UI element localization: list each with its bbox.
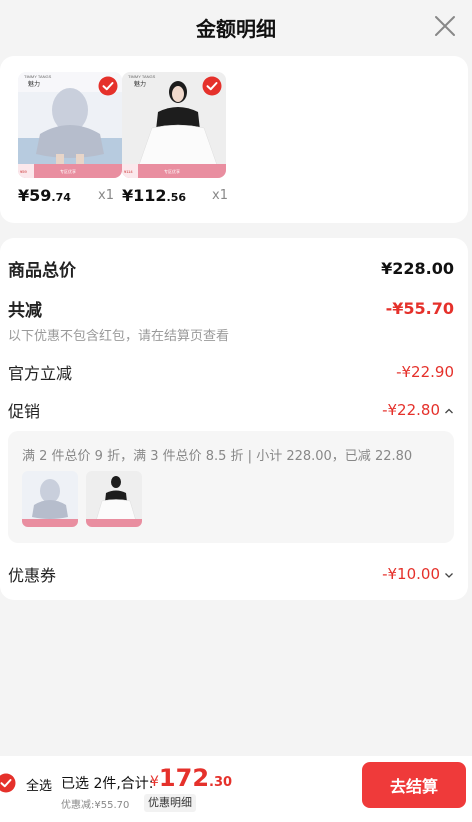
product-price: ¥112.56 [122, 186, 187, 205]
page-title: 金额明细 [196, 16, 276, 41]
chevron-down-icon[interactable] [444, 571, 454, 579]
goods-total-value: ¥228.00 [381, 259, 454, 278]
total-discount-value: -¥55.70 [385, 299, 454, 318]
select-all-checkbox[interactable] [0, 773, 16, 793]
product-quantity: x1 [98, 188, 114, 203]
header: 金额明细 [0, 0, 472, 54]
official-discount-row: 官方立减 -¥22.90 [8, 360, 454, 384]
svg-text:¥114: ¥114 [124, 169, 133, 174]
goods-total-row: 商品总价 ¥228.00 [8, 256, 454, 281]
select-all-label[interactable]: 全选 [26, 775, 52, 794]
product-item[interactable]: TIMMY TANGS 魅力 ¥114 专区优享 ¥112.56 x1 [122, 72, 228, 205]
coupon-value-wrap[interactable]: -¥10.00 [382, 565, 454, 583]
promo-detail-box: 满 2 件总价 9 折，满 3 件总价 8.5 折 | 小计 228.00，已减… [8, 431, 454, 543]
svg-text:¥59: ¥59 [20, 169, 27, 174]
saved-amount: 优惠减:¥55.70 [61, 800, 130, 811]
discount-detail-link[interactable]: 优惠明细 [144, 794, 196, 812]
amount-detail-card: 商品总价 ¥228.00 共减 -¥55.70 以下优惠不包含红包，请在结算页查… [0, 238, 468, 600]
brand-text: TIMMY TANGS [24, 74, 52, 79]
selected-check-icon[interactable] [98, 76, 118, 96]
close-icon[interactable] [432, 13, 458, 39]
promo-row[interactable]: 促销 -¥22.80 [8, 398, 454, 422]
product-quantity: x1 [212, 188, 228, 203]
official-discount-value: -¥22.90 [396, 363, 454, 381]
svg-text:TIMMY TANGS: TIMMY TANGS [128, 74, 156, 79]
product-image[interactable]: TIMMY TANGS 魅力 ¥114 专区优享 [122, 72, 226, 178]
selected-count-text: 已选 2件,合计: [61, 776, 154, 792]
promo-product-thumb [86, 471, 142, 527]
selected-check-icon[interactable] [202, 76, 222, 96]
promo-value: -¥22.80 [382, 401, 440, 419]
coupon-label: 优惠券 [8, 566, 57, 585]
svg-text:魅力: 魅力 [134, 80, 146, 88]
coupon-row[interactable]: 优惠券 -¥10.00 [8, 562, 454, 586]
total-discount-row: 共减 -¥55.70 [8, 296, 454, 321]
checkout-bar: 全选 已选 2件,合计: ¥172.30 优惠减:¥55.70 优惠明细 去结算 [0, 756, 472, 822]
promo-product-thumb [22, 471, 78, 527]
svg-text:专区优享: 专区优享 [164, 168, 180, 174]
goods-total-label: 商品总价 [8, 261, 76, 281]
total-price: ¥172.30 [150, 764, 233, 792]
total-discount-label: 共减 [8, 301, 42, 321]
svg-text:魅力: 魅力 [28, 80, 40, 88]
product-item[interactable]: TIMMY TANGS 魅力 ¥59 专区优享 ¥59.74 x1 [18, 72, 122, 205]
chevron-up-icon[interactable] [444, 407, 454, 415]
checkout-button[interactable]: 去结算 [362, 762, 466, 808]
coupon-value: -¥10.00 [382, 565, 440, 583]
products-card: TIMMY TANGS 魅力 ¥59 专区优享 ¥59.74 x1 TIMMY … [0, 56, 468, 223]
product-image[interactable]: TIMMY TANGS 魅力 ¥59 专区优享 [18, 72, 122, 178]
product-price: ¥59.74 [18, 186, 71, 205]
promo-value-wrap[interactable]: -¥22.80 [382, 401, 454, 419]
svg-text:专区优享: 专区优享 [60, 168, 76, 174]
official-discount-label: 官方立减 [8, 364, 73, 383]
promo-label: 促销 [8, 402, 41, 421]
promo-description: 满 2 件总价 9 折，满 3 件总价 8.5 折 | 小计 228.00，已减… [22, 449, 413, 464]
discount-note: 以下优惠不包含红包，请在结算页查看 [8, 329, 230, 344]
